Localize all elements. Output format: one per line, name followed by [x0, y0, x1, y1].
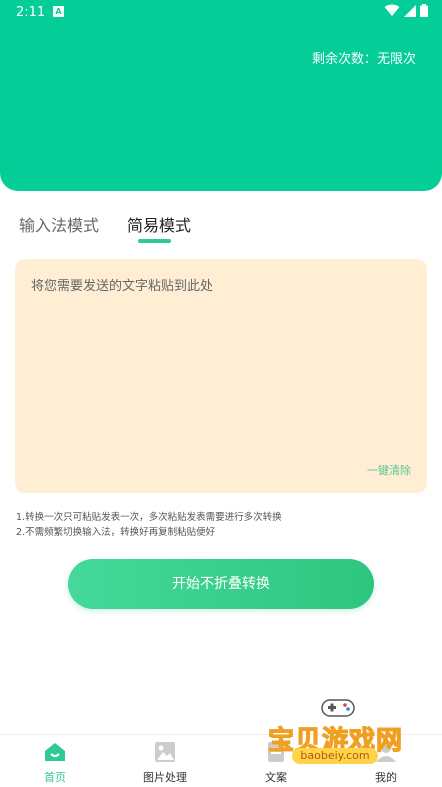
status-icons	[384, 4, 428, 17]
image-icon	[155, 742, 175, 762]
nav-label-home: 首页	[44, 771, 66, 784]
watermark-url: baobeiy.com	[292, 748, 378, 764]
nav-label-image-processing: 图片处理	[143, 771, 187, 784]
tab-simple-mode[interactable]: 简易模式	[127, 212, 191, 236]
signal-icon	[404, 4, 416, 17]
mode-tabs: 输入法模式 简易模式	[19, 212, 191, 236]
nav-label-copywriting: 文案	[265, 771, 287, 784]
app-screen: 2:11 A 剩余次数：无限次 输入法模式 简易模式 一键清除 1.转换一次只可…	[0, 0, 442, 787]
clear-all-button[interactable]: 一键清除	[367, 462, 411, 478]
active-tab-indicator	[138, 239, 171, 243]
paste-text-input[interactable]	[15, 259, 427, 449]
tip-line: 1.转换一次只可粘贴发表一次，多次粘贴发表需要进行多次转换	[16, 512, 282, 523]
remaining-count-label: 剩余次数：无限次	[311, 52, 416, 67]
paste-area: 一键清除	[15, 259, 427, 493]
start-conversion-button[interactable]: 开始不折叠转换	[68, 559, 374, 609]
nav-label-profile: 我的	[375, 771, 397, 784]
header-banner: 2:11 A 剩余次数：无限次	[0, 0, 442, 191]
usage-tips: 1.转换一次只可粘贴发表一次，多次粘贴发表需要进行多次转换 2.不需频繁切换输入…	[16, 510, 282, 540]
home-icon	[45, 743, 65, 761]
watermark-logo: 宝贝游戏网 baobeiy.com	[262, 690, 412, 770]
wifi-icon	[384, 4, 400, 16]
tab-input-method-mode[interactable]: 输入法模式	[19, 212, 99, 236]
gamepad-icon	[321, 699, 355, 717]
tip-line: 2.不需频繁切换输入法，转换好再复制粘贴便好	[16, 527, 216, 538]
app-notification-icon: A	[53, 6, 64, 17]
nav-item-home[interactable]: 首页	[15, 741, 95, 785]
battery-icon	[420, 4, 428, 17]
nav-item-image-processing[interactable]: 图片处理	[125, 741, 205, 785]
status-time: 2:11	[16, 5, 46, 20]
